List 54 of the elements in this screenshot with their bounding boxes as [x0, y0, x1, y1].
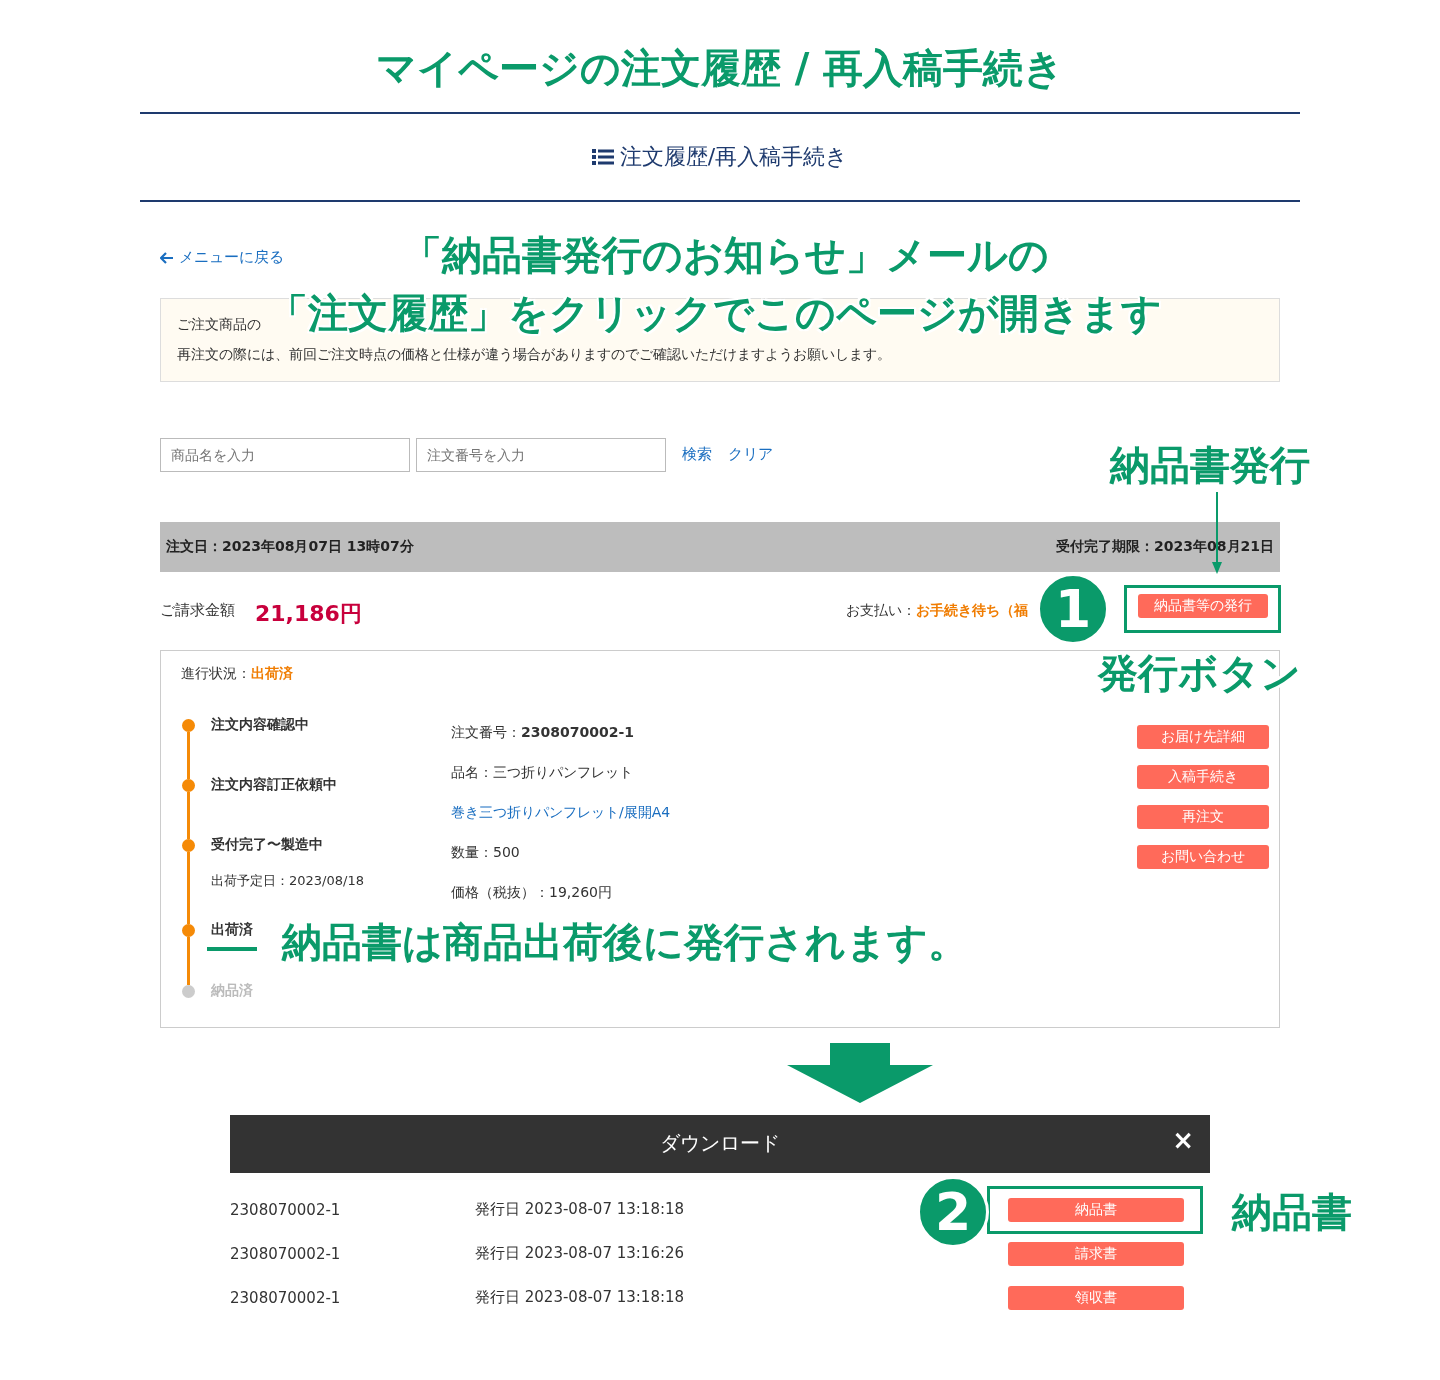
- notice-text: ご注文商品の: [177, 314, 261, 334]
- ship-date: 出荷予定日：2023/08/18: [211, 871, 364, 890]
- detail-text: 品名：三つ折りパンフレット: [451, 762, 633, 782]
- step-label: 注文内容確認中: [211, 715, 309, 734]
- annotation-text: 納品書は商品出荷後に発行されます。: [282, 918, 968, 967]
- issue-date: 発行日 2023-08-07 13:16:26: [475, 1244, 686, 1263]
- document-button[interactable]: 納品書: [1008, 1197, 1184, 1222]
- order-date: 注文日：2023年08月07日 13時07分: [166, 537, 414, 556]
- action-button[interactable]: お問い合わせ: [1137, 844, 1269, 869]
- search-field[interactable]: 注文番号を入力: [416, 437, 666, 472]
- section-heading: 注文履歴/再入稿手続き: [619, 143, 849, 171]
- step-label: 受付完了〜製造中: [211, 835, 323, 854]
- order-number: 2308070002-1: [230, 1244, 342, 1263]
- detail-text: 価格（税抜）：19,260円: [451, 882, 612, 902]
- progress-label: 進行状況：: [181, 664, 251, 681]
- action-button[interactable]: 再注文: [1137, 804, 1269, 829]
- payment-label: お支払い：: [846, 601, 916, 620]
- action-button[interactable]: お届け先詳細: [1137, 724, 1269, 749]
- step-label: 出荷済: [207, 920, 257, 951]
- down-arrow-icon: [787, 1042, 933, 1103]
- issue-date: 発行日 2023-08-07 13:18:18: [475, 1200, 686, 1219]
- back-link[interactable]: メニューに戻る: [160, 248, 284, 267]
- step-badge: 2: [917, 1176, 989, 1248]
- product-link[interactable]: 巻き三つ折りパンフレット/展開A4: [451, 800, 671, 823]
- order-number: 2308070002-1: [230, 1288, 342, 1307]
- notice-text: 再注文の際には、前回ご注文時点の価格と仕様が違う場合がありますのでご確認いただけますようお願いします。: [177, 344, 891, 364]
- issue-button[interactable]: 納品書等の発行: [1138, 593, 1268, 618]
- back-arrow-icon: [160, 251, 174, 264]
- step-label: 注文内容訂正依頼中: [211, 775, 337, 794]
- modal-title: ダウンロード: [660, 1130, 780, 1157]
- annotation-text: 納品書: [1232, 1188, 1352, 1237]
- annotation-text: 「注文履歴」をクリックでこのページが開きます: [268, 289, 1162, 338]
- amount-value: 21,186円: [255, 599, 362, 628]
- close-button[interactable]: ×: [1172, 1124, 1194, 1155]
- step-badge: 1: [1037, 573, 1109, 645]
- order-number: 2308070002-1: [230, 1200, 342, 1219]
- annotation-text: 納品書発行: [1110, 441, 1310, 490]
- annotation-text: 発行ボタン: [1098, 649, 1301, 698]
- issue-date: 発行日 2023-08-07 13:18:18: [475, 1288, 686, 1307]
- search-link[interactable]: 検索: [682, 445, 712, 464]
- document-button[interactable]: 請求書: [1008, 1241, 1184, 1266]
- action-button[interactable]: 入稿手続き: [1137, 764, 1269, 789]
- payment-status: お手続き待ち（福: [916, 601, 1028, 620]
- progress-value: 出荷済: [251, 664, 293, 681]
- step-label: 納品済: [211, 981, 253, 1000]
- annotation-text: 「納品書発行のお知らせ」メールの: [401, 231, 1049, 280]
- page-title: マイページの注文履歴 / 再入稿手続き: [140, 0, 1300, 114]
- list-icon: [591, 148, 614, 166]
- detail-text: 数量：500: [451, 842, 520, 862]
- detail-text: 注文番号：2308070002-1: [451, 722, 634, 742]
- search-link[interactable]: クリア: [728, 445, 773, 464]
- search-field[interactable]: 商品名を入力: [160, 437, 410, 472]
- document-button[interactable]: 領収書: [1008, 1285, 1184, 1310]
- amount-label: ご請求金額: [160, 601, 235, 620]
